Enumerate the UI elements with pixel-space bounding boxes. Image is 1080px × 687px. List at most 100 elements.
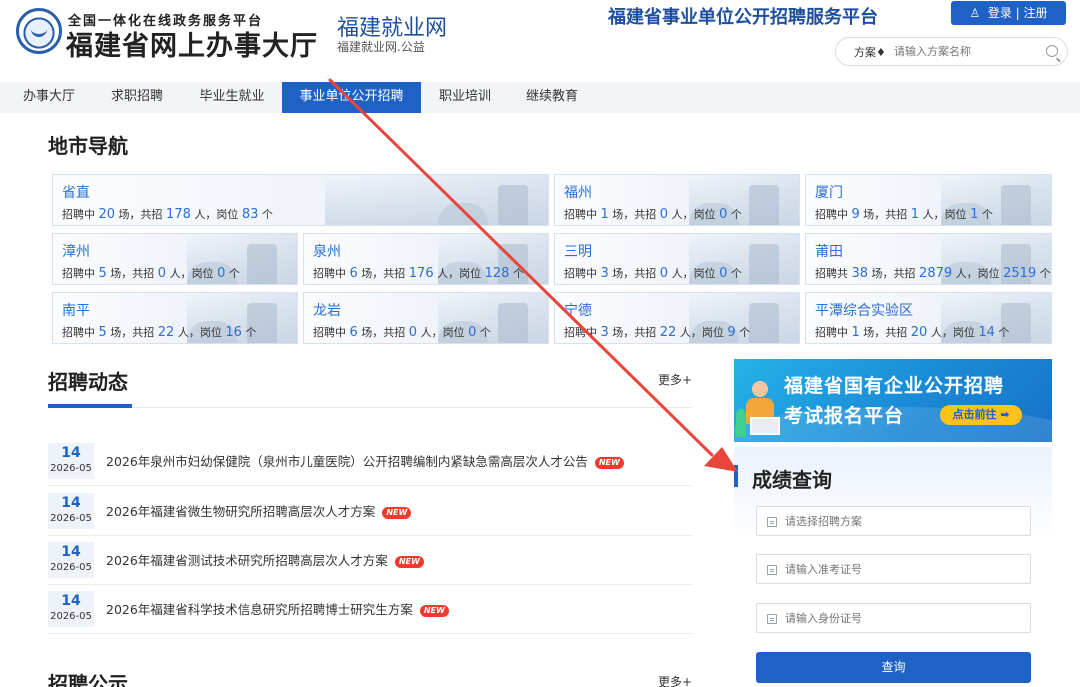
news-title-link[interactable]: 2026年福建省测试技术研究所招聘高层次人才方案 NEW: [106, 550, 424, 569]
city-card[interactable]: 龙岩 招聘中 6 场，共招 0 人，岗位 0 个: [303, 292, 549, 344]
city-stat-prefix: 招聘共: [815, 267, 848, 280]
news-date-day: 14: [61, 495, 81, 511]
city-people-unit: 人，: [437, 267, 460, 280]
city-total-count: 0: [659, 266, 669, 281]
city-post-prefix: 岗位: [952, 326, 975, 339]
nav-item-continuing-education[interactable]: 继续教育: [512, 82, 592, 113]
city-stat-prefix: 招聘中: [564, 326, 597, 339]
city-posts-count: 128: [484, 266, 510, 281]
city-card[interactable]: 平潭综合实验区 招聘中 1 场，共招 20 人，岗位 14 个: [805, 292, 1052, 344]
id-number-field[interactable]: [756, 603, 1031, 633]
city-people-unit: 人，: [955, 267, 978, 280]
login-register-button[interactable]: ♙ 登录 | 注册: [951, 1, 1066, 25]
city-post-prefix: 岗位: [459, 267, 482, 280]
nav-item-public-institution-recruitment[interactable]: 事业单位公开招聘: [282, 82, 421, 113]
city-stat-prefix: 招聘中: [564, 208, 597, 221]
nav-item-job-seeking[interactable]: 求职招聘: [97, 82, 177, 113]
city-stats: 招聘中 9 场，共招 1 人，岗位 1 个: [815, 207, 993, 222]
city-card[interactable]: 宁德 招聘中 3 场，共招 22 人，岗位 9 个: [554, 292, 800, 344]
score-query-panel: 成绩查询 查询: [734, 447, 1052, 687]
search-input[interactable]: [894, 42, 1039, 61]
query-button[interactable]: 查询: [756, 652, 1031, 683]
news-list-item[interactable]: 14 2026-05 2026年福建省测试技术研究所招聘高层次人才方案 NEW: [48, 537, 692, 585]
news-list-item[interactable]: 14 2026-05 2026年福建省科学技术信息研究所招聘博士研究生方案 NEW: [48, 586, 692, 634]
city-post-unit: 个: [512, 267, 524, 280]
site-header: 全国一体化在线政务服务平台 福建省网上办事大厅 福建就业网 福建就业网.公益 福…: [0, 0, 1080, 78]
city-card[interactable]: 省直 招聘中 20 场，共招 178 人，岗位 83 个: [52, 174, 549, 226]
admission-ticket-field[interactable]: [756, 554, 1031, 584]
soe-recruitment-banner[interactable]: 福建省国有企业公开招聘 考试报名平台 点击前往 ➡: [734, 359, 1052, 442]
city-nav-title: 地市导航: [48, 134, 128, 158]
city-total-count: 0: [408, 325, 418, 340]
search-icon[interactable]: [1046, 45, 1058, 57]
city-card[interactable]: 南平 招聘中 5 场，共招 22 人，岗位 16 个: [52, 292, 298, 344]
city-post-prefix: 岗位: [701, 326, 724, 339]
city-total-count: 0: [157, 266, 167, 281]
government-emblem-logo-icon[interactable]: [16, 8, 62, 54]
city-posts-count: 0: [719, 207, 728, 222]
news-date-year-month: 2026-05: [50, 562, 92, 573]
city-post-prefix: 岗位: [693, 267, 716, 280]
nav-item-vocational-training[interactable]: 职业培训: [425, 82, 505, 113]
city-total-count: 20: [910, 325, 928, 340]
city-card[interactable]: 福州 招聘中 1 场，共招 0 人，岗位 0 个: [554, 174, 800, 226]
city-post-prefix: 岗位: [944, 208, 967, 221]
city-posts-count: 2519: [1003, 266, 1037, 281]
city-stat-prefix: 招聘中: [62, 208, 95, 221]
city-posts-count: 1: [970, 207, 979, 222]
news-title-link[interactable]: 2026年泉州市妇幼保健院（泉州市儿童医院）公开招聘编制内紧缺急需高层次人才公告…: [106, 451, 624, 470]
city-card[interactable]: 厦门 招聘中 9 场，共招 1 人，岗位 1 个: [805, 174, 1052, 226]
city-sessions-count: 5: [98, 266, 107, 281]
city-total-count: 22: [157, 325, 175, 340]
city-total-count: 176: [408, 266, 434, 281]
city-post-prefix: 岗位: [693, 208, 716, 221]
city-total-count: 1: [910, 207, 920, 222]
new-badge-icon: NEW: [419, 605, 449, 617]
city-stat-prefix: 招聘中: [313, 267, 346, 280]
news-date-badge: 14 2026-05: [48, 443, 94, 479]
city-name: 宁德: [564, 303, 592, 319]
platform-title: 福建省事业单位公开招聘服务平台: [608, 7, 878, 28]
new-badge-icon: NEW: [394, 556, 424, 568]
city-post-prefix: 岗位: [442, 326, 465, 339]
city-posts-count: 9: [727, 325, 736, 340]
city-post-prefix: 岗位: [216, 208, 239, 221]
city-post-unit: 个: [730, 208, 742, 221]
nav-item-hall[interactable]: 办事大厅: [10, 82, 88, 113]
admission-ticket-input[interactable]: [785, 560, 1020, 579]
city-stats: 招聘中 6 场，共招 0 人，岗位 0 个: [313, 325, 491, 340]
logo-title[interactable]: 福建省网上办事大厅: [66, 24, 318, 63]
id-number-input[interactable]: [785, 609, 1020, 628]
person-with-laptop-illustration-icon: [744, 381, 780, 437]
city-stat-prefix: 招聘中: [815, 208, 848, 221]
id-card-icon: [767, 614, 777, 624]
recruit-news-divider: [132, 407, 692, 408]
banner-go-button[interactable]: 点击前往 ➡: [940, 405, 1022, 425]
news-list-item[interactable]: 14 2026-05 2026年泉州市妇幼保健院（泉州市儿童医院）公开招聘编制内紧缺…: [48, 438, 692, 486]
city-card[interactable]: 三明 招聘中 3 场，共招 0 人，岗位 0 个: [554, 233, 800, 285]
news-date-day: 14: [61, 593, 81, 609]
city-card[interactable]: 漳州 招聘中 5 场，共招 0 人，岗位 0 个: [52, 233, 298, 285]
recruit-notice-more-link[interactable]: 更多+: [658, 673, 692, 687]
city-post-prefix: 岗位: [977, 267, 1000, 280]
city-people-unit: 人，: [679, 326, 702, 339]
city-card[interactable]: 莆田 招聘共 38 场，共招 2879 人，岗位 2519 个: [805, 233, 1052, 285]
city-stats: 招聘中 3 场，共招 0 人，岗位 0 个: [564, 266, 742, 281]
list-icon: [767, 517, 777, 527]
city-total-count: 22: [659, 325, 677, 340]
search-type-select[interactable]: 方案♦: [854, 44, 886, 60]
city-people-unit: 人，: [922, 208, 945, 221]
nav-item-graduate-employment[interactable]: 毕业生就业: [186, 82, 278, 113]
city-name: 莆田: [815, 244, 843, 260]
city-card[interactable]: 泉州 招聘中 6 场，共招 176 人，岗位 128 个: [303, 233, 549, 285]
news-list-item[interactable]: 14 2026-05 2026年福建省微生物研究所招聘高层次人才方案 NEW: [48, 488, 692, 536]
news-date-year-month: 2026-05: [50, 513, 92, 524]
recruitment-plan-select[interactable]: [756, 506, 1031, 536]
city-sessions-count: 38: [851, 266, 869, 281]
city-stat-prefix: 招聘中: [564, 267, 597, 280]
news-title-link[interactable]: 2026年福建省微生物研究所招聘高层次人才方案 NEW: [106, 501, 412, 520]
recruitment-plan-input[interactable]: [785, 512, 1020, 531]
news-title-link[interactable]: 2026年福建省科学技术信息研究所招聘博士研究生方案 NEW: [106, 599, 449, 618]
recruit-news-title-underline: [48, 404, 132, 408]
recruit-news-more-link[interactable]: 更多+: [658, 371, 692, 388]
